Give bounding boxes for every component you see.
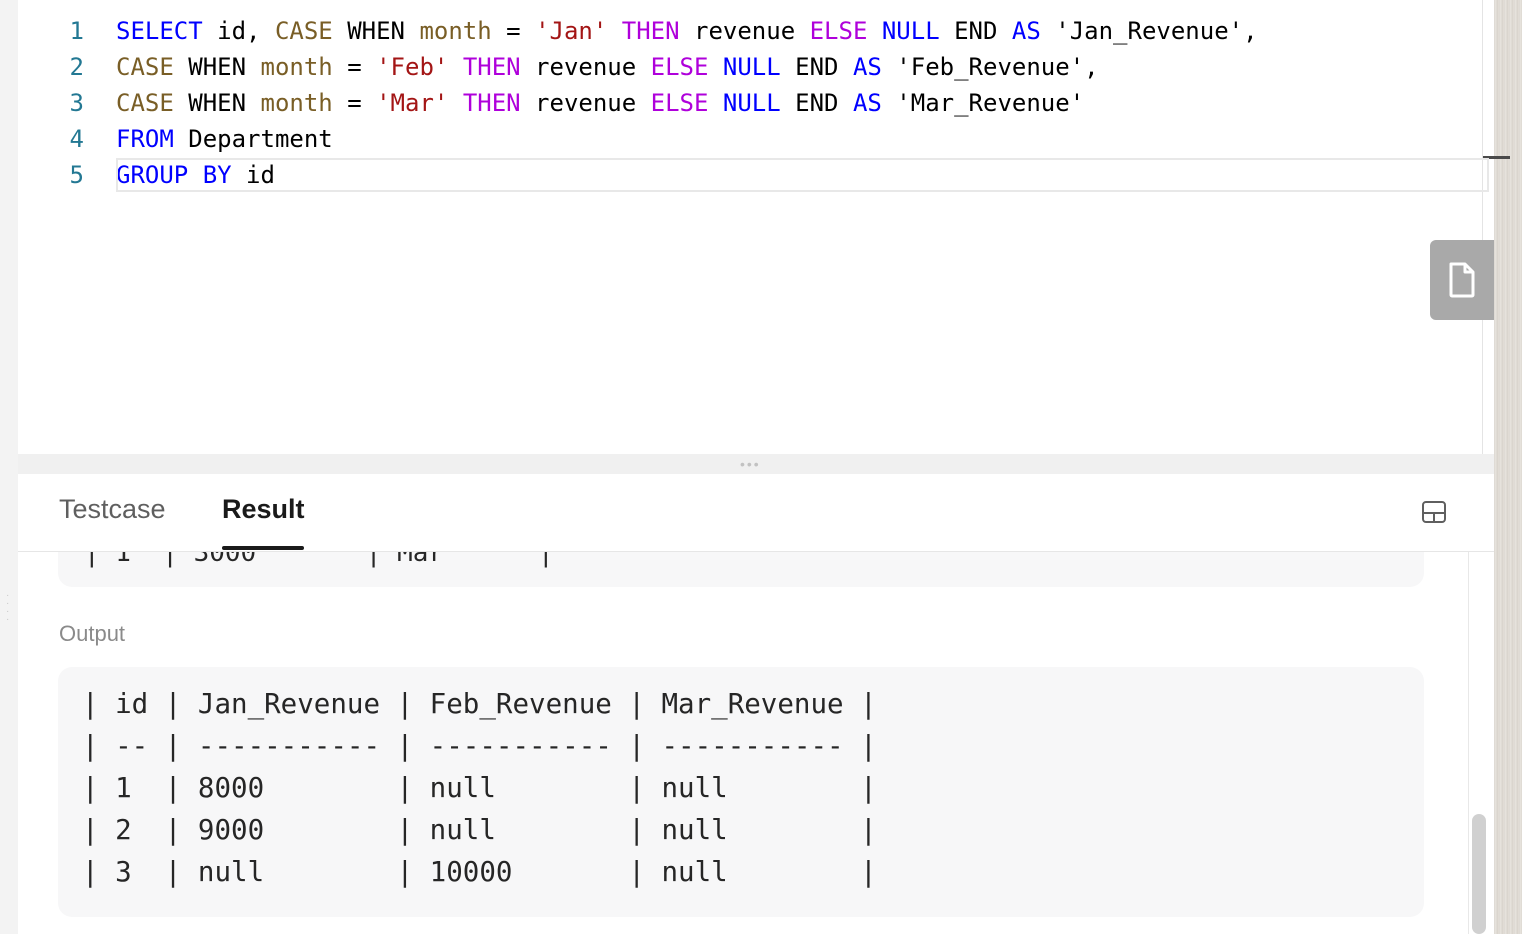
line-source[interactable]: FROM Department — [116, 121, 333, 157]
panel-scroll-track — [1468, 551, 1469, 934]
file-button[interactable] — [1430, 240, 1494, 320]
code-token: ELSE — [650, 89, 709, 117]
code-token: month — [260, 53, 333, 81]
line-source[interactable]: CASE WHEN month = 'Feb' THEN revenue ELS… — [116, 49, 1099, 85]
output-row: | -- | ----------- | ----------- | -----… — [82, 730, 877, 762]
line-number: 5 — [69, 161, 84, 189]
editor-overview-ruler — [1482, 0, 1483, 454]
code-token: AS — [852, 89, 882, 117]
divider-grip-icon: ••• — [740, 456, 761, 472]
output-row: | 2 | 9000 | null | null | — [82, 814, 877, 846]
left-resize-handle[interactable]: · · · · — [6, 591, 12, 625]
line-number: 4 — [69, 125, 84, 153]
output-row: | id | Jan_Revenue | Feb_Revenue | Mar_R… — [82, 688, 877, 720]
output-box: | id | Jan_Revenue | Feb_Revenue | Mar_R… — [58, 667, 1424, 917]
panel-tabs: Testcase Result — [18, 474, 1494, 552]
panel-layout-icon[interactable] — [1421, 499, 1447, 525]
code-token: CASE — [116, 53, 174, 81]
code-token: month — [419, 17, 492, 45]
code-token: END — [939, 17, 1012, 45]
code-token: revenue — [520, 53, 651, 81]
code-token: WHEN — [173, 89, 261, 117]
left-gutter — [0, 0, 18, 934]
output-row: | 1 | 8000 | null | null | — [82, 772, 877, 804]
code-token: FROM — [116, 125, 174, 153]
output-table: | id | Jan_Revenue | Feb_Revenue | Mar_R… — [82, 683, 877, 893]
code-token: CASE — [116, 89, 174, 117]
code-token: 'Jan_Revenue', — [1040, 17, 1258, 45]
code-token: ELSE — [650, 53, 709, 81]
line-source[interactable]: SELECT id, CASE WHEN month = 'Jan' THEN … — [116, 13, 1258, 49]
line-source[interactable]: CASE WHEN month = 'Mar' THEN revenue ELS… — [116, 85, 1084, 121]
output-label: Output — [59, 621, 126, 646]
line-number: 3 — [69, 89, 84, 117]
code-token: END — [780, 53, 853, 81]
code-token: month — [260, 89, 333, 117]
code-token: revenue — [679, 17, 810, 45]
code-token: AS — [1011, 17, 1041, 45]
panel-scrollbar[interactable] — [1472, 814, 1486, 934]
code-token: revenue — [520, 89, 651, 117]
code-token: CASE — [274, 17, 333, 45]
code-token: 'Feb_Revenue', — [881, 53, 1099, 81]
code-token: Department — [173, 125, 333, 153]
code-token: NULL — [722, 89, 781, 117]
code-token: NULL — [722, 53, 781, 81]
tab-testcase[interactable]: Testcase — [59, 494, 166, 525]
code-token: SELECT — [116, 17, 203, 45]
code-token: 'Jan' — [535, 17, 608, 45]
code-token: = — [332, 89, 377, 117]
line-number: 1 — [69, 17, 84, 45]
code-token: WHEN — [173, 53, 261, 81]
code-token: WHEN — [332, 17, 420, 45]
code-token: = — [491, 17, 536, 45]
code-token: END — [780, 89, 853, 117]
code-token: 'Mar_Revenue' — [881, 89, 1085, 117]
active-tab-indicator — [222, 546, 304, 550]
code-token: THEN — [621, 17, 680, 45]
tab-result[interactable]: Result — [222, 494, 305, 525]
code-token: 'Mar' — [376, 89, 449, 117]
code-token: id, — [202, 17, 275, 45]
code-token: 'Feb' — [376, 53, 449, 81]
code-token: ELSE — [809, 17, 868, 45]
line-number: 2 — [69, 53, 84, 81]
code-editor[interactable]: 1 SELECT id, CASE WHEN month = 'Jan' THEN… — [18, 0, 1510, 454]
file-icon — [1449, 262, 1475, 298]
code-token: THEN — [462, 89, 521, 117]
bottom-panel: | 1 | 3000 | Mar | Testcase Result Outpu… — [18, 474, 1494, 934]
code-token: AS — [852, 53, 882, 81]
active-line-highlight — [116, 158, 1489, 192]
code-token: THEN — [462, 53, 521, 81]
background-strip — [1494, 0, 1522, 934]
output-row: | 3 | null | 10000 | null | — [82, 856, 877, 888]
code-token: NULL — [881, 17, 940, 45]
code-token: = — [332, 53, 377, 81]
